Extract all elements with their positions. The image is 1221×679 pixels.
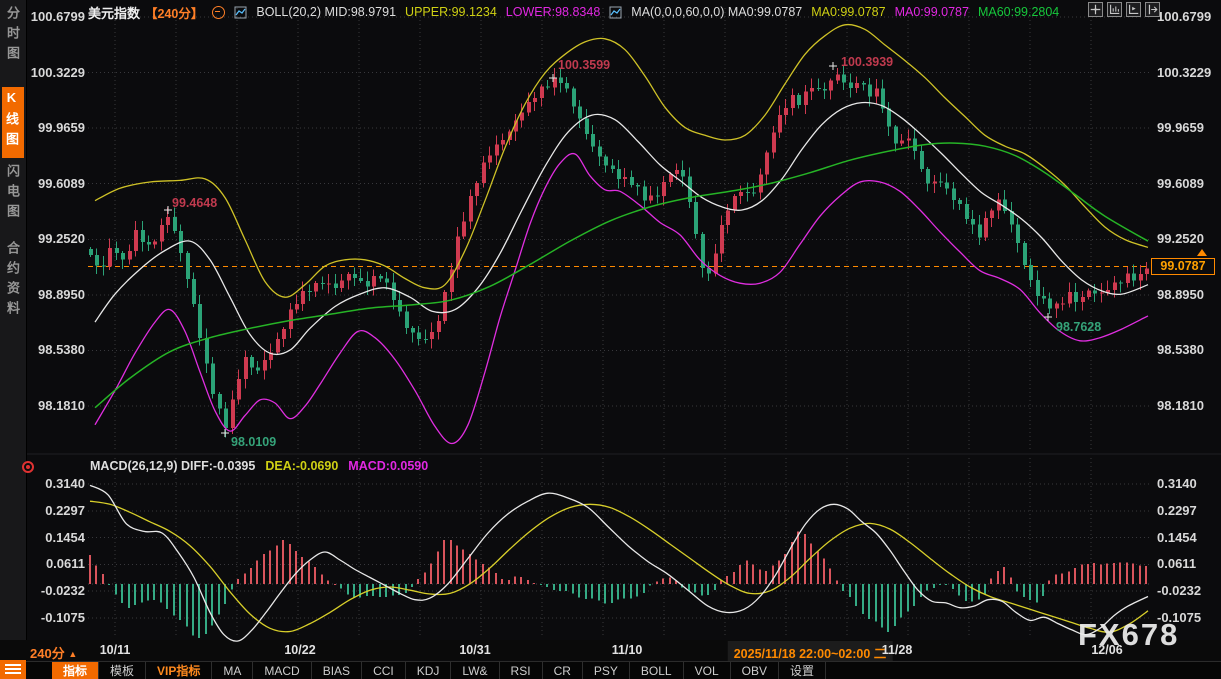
extreme-marker-icon xyxy=(164,206,172,214)
alert-icon[interactable] xyxy=(22,461,34,473)
next-page-icon[interactable] xyxy=(1126,2,1141,17)
price-annotation: 100.3939 xyxy=(841,55,893,69)
boll-label: BOLL(20,2) MID:98.9791 xyxy=(256,5,396,19)
chart-header: 美元指数 【240分】 BOLL(20,2) MID:98.9791 UPPER… xyxy=(88,3,1059,21)
minus-circle-icon[interactable] xyxy=(212,6,225,19)
ma0-yellow-label: MA0:99.0787 xyxy=(811,5,885,19)
ma-label: MA(0,0,0,60,0,0) MA0:99.0787 xyxy=(631,5,802,19)
watermark: FX678 xyxy=(1078,617,1179,653)
price-annotation: 98.7628 xyxy=(1056,320,1101,334)
ma60-label: MA60:99.2804 xyxy=(978,5,1059,19)
collapse-right-icon[interactable] xyxy=(1145,2,1160,17)
crosshair-icon[interactable] xyxy=(1088,2,1103,17)
macd-dea-label: DEA:-0.0690 xyxy=(265,459,338,473)
boll-upper-label: UPPER:99.1234 xyxy=(405,5,497,19)
indicator-chart-icon xyxy=(234,6,247,19)
price-annotation: 100.3599 xyxy=(558,58,610,72)
macd-diff-label: MACD(26,12,9) DIFF:-0.0395 xyxy=(90,459,255,473)
extreme-marker-icon xyxy=(829,62,837,70)
chart-window-controls xyxy=(1088,2,1160,17)
axis-range-icon[interactable] xyxy=(1107,2,1122,17)
current-price-tag: 99.0787 xyxy=(1151,258,1215,275)
chart-canvas[interactable]: 99.4648 100.3599 100.3939 98.0109 98.7628 xyxy=(0,0,1221,679)
instrument-title: 美元指数 xyxy=(88,3,140,22)
ma0-magenta-label: MA0:99.0787 xyxy=(895,5,969,19)
macd-value-label: MACD:0.0590 xyxy=(348,459,428,473)
extreme-marker-icon xyxy=(1044,313,1052,321)
macd-header: MACD(26,12,9) DIFF:-0.0395 DEA:-0.0690 M… xyxy=(90,459,428,473)
boll-lower-label: LOWER:98.8348 xyxy=(506,5,601,19)
price-annotation: 98.0109 xyxy=(231,435,276,449)
price-up-arrow-icon xyxy=(1197,249,1207,256)
period-badge[interactable]: 【240分】 xyxy=(145,3,203,22)
trading-app-window: 99.4648100.3599100.393998.010998.7628 分时… xyxy=(0,0,1221,679)
price-annotation: 99.4648 xyxy=(172,196,217,210)
indicator-chart-icon xyxy=(609,6,622,19)
